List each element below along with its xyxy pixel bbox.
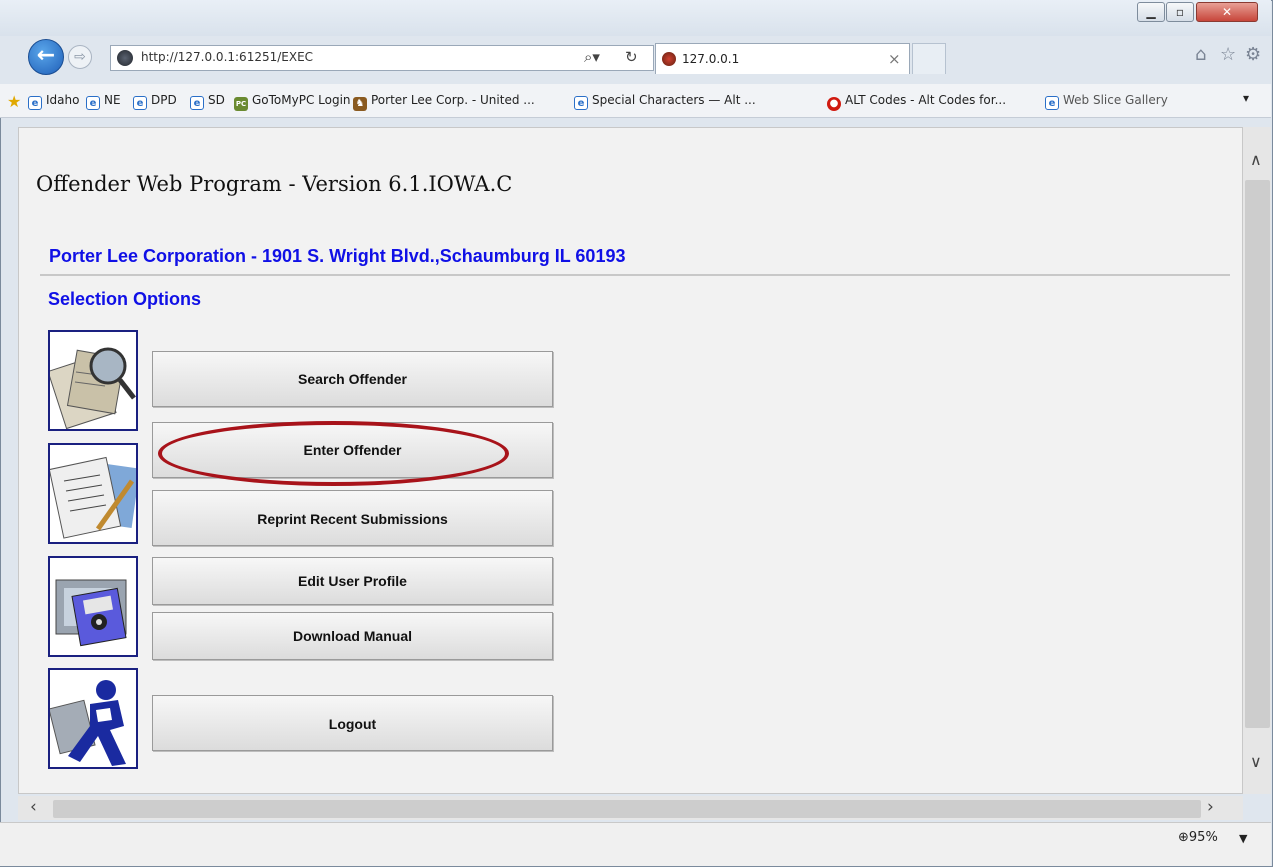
status-bar <box>0 822 1271 866</box>
enter-tile-icon[interactable] <box>48 443 138 544</box>
ie-icon: e <box>28 96 42 110</box>
add-favorite-icon[interactable]: ★ <box>7 92 21 111</box>
browser-tab[interactable]: 127.0.0.1 × <box>655 43 910 74</box>
mypc-icon: PC <box>234 97 248 111</box>
reprint-submissions-button[interactable]: Reprint Recent Submissions <box>152 490 553 546</box>
favorite-link[interactable]: ♞ Porter Lee Corp. - United ... <box>353 93 535 111</box>
maximize-button[interactable]: ▫ <box>1166 2 1194 22</box>
chevron-up-icon[interactable]: ∧ <box>1250 150 1262 169</box>
section-title: Selection Options <box>48 289 202 309</box>
profile-tile-icon[interactable] <box>48 556 138 657</box>
runner-icon <box>50 680 126 766</box>
address-url: http://127.0.0.1:61251/EXEC <box>141 50 314 64</box>
new-tab-button[interactable] <box>912 43 946 74</box>
favorite-link[interactable]: ● ALT Codes - Alt Codes for... <box>827 93 1006 111</box>
close-button[interactable]: ✕ <box>1196 2 1258 22</box>
tab-title: 127.0.0.1 <box>682 52 740 66</box>
zoom-icon: ⊕ <box>1178 830 1189 845</box>
page-title: Offender Web Program - Version 6.1.IOWA.… <box>36 172 513 196</box>
search-tile-icon[interactable] <box>48 330 138 431</box>
ie-icon: e <box>86 96 100 110</box>
forward-button[interactable]: ⇨ <box>68 45 92 69</box>
favorite-link[interactable]: e Special Characters — Alt ... <box>574 93 756 110</box>
edit-user-profile-button[interactable]: Edit User Profile <box>152 557 553 605</box>
ie-icon: e <box>133 96 147 110</box>
vertical-scroll-thumb[interactable] <box>1245 180 1270 728</box>
search-icon[interactable]: ⌕▾ <box>584 48 600 66</box>
favorite-link[interactable]: e Web Slice Gallery <box>1045 93 1168 110</box>
highlight-circle <box>158 421 509 486</box>
altcodes-icon: ● <box>827 97 841 111</box>
chevron-right-icon[interactable]: › <box>1207 797 1214 817</box>
chevron-down-icon[interactable]: ▼ <box>1239 832 1247 845</box>
tab-site-icon <box>662 52 676 66</box>
home-icon[interactable]: ⌂ <box>1195 44 1206 65</box>
ie-icon: e <box>1045 96 1059 110</box>
logout-button[interactable]: Logout <box>152 695 553 751</box>
refresh-icon[interactable]: ↻ <box>625 48 638 66</box>
company-heading: Porter Lee Corporation - 1901 S. Wright … <box>49 246 626 266</box>
divider <box>40 274 1230 276</box>
chevron-left-icon[interactable]: ‹ <box>30 797 37 817</box>
chevron-down-icon[interactable]: ▾ <box>1243 91 1249 105</box>
favorite-link[interactable]: e Idaho <box>28 93 79 110</box>
title-bar <box>0 0 1271 36</box>
favorites-bar: ★ e Idaho e NE e DPD e SD PC GoToMyPC Login ♞… <box>0 84 1271 118</box>
gear-icon[interactable]: ⚙ <box>1245 44 1261 65</box>
floppy-disk-computer-icon <box>55 579 127 647</box>
ie-icon: e <box>190 96 204 110</box>
site-icon <box>117 50 133 66</box>
back-button[interactable]: ← <box>28 39 64 75</box>
favorite-link[interactable]: e NE <box>86 93 121 110</box>
favorite-link[interactable]: PC GoToMyPC Login <box>234 93 351 111</box>
logout-tile-icon[interactable] <box>48 668 138 769</box>
address-bar[interactable]: http://127.0.0.1:61251/EXEC ⌕▾ ↻ <box>110 45 654 71</box>
document-pen-icon <box>50 456 136 539</box>
zoom-level[interactable]: ⊕95% <box>1178 830 1218 845</box>
horizontal-scroll-thumb[interactable] <box>53 800 1201 818</box>
ie-icon: e <box>574 96 588 110</box>
search-offender-button[interactable]: Search Offender <box>152 351 553 407</box>
minimize-button[interactable]: ▁ <box>1137 2 1165 22</box>
favorite-link[interactable]: e DPD <box>133 93 177 110</box>
porterlee-icon: ♞ <box>353 97 367 111</box>
download-manual-button[interactable]: Download Manual <box>152 612 553 660</box>
tab-close-icon[interactable]: × <box>888 50 901 68</box>
favorite-link[interactable]: e SD <box>190 93 225 110</box>
favorites-star-icon[interactable]: ☆ <box>1220 44 1236 65</box>
chevron-down-icon[interactable]: ∨ <box>1250 752 1262 771</box>
magnifier-documents-icon <box>50 347 136 429</box>
